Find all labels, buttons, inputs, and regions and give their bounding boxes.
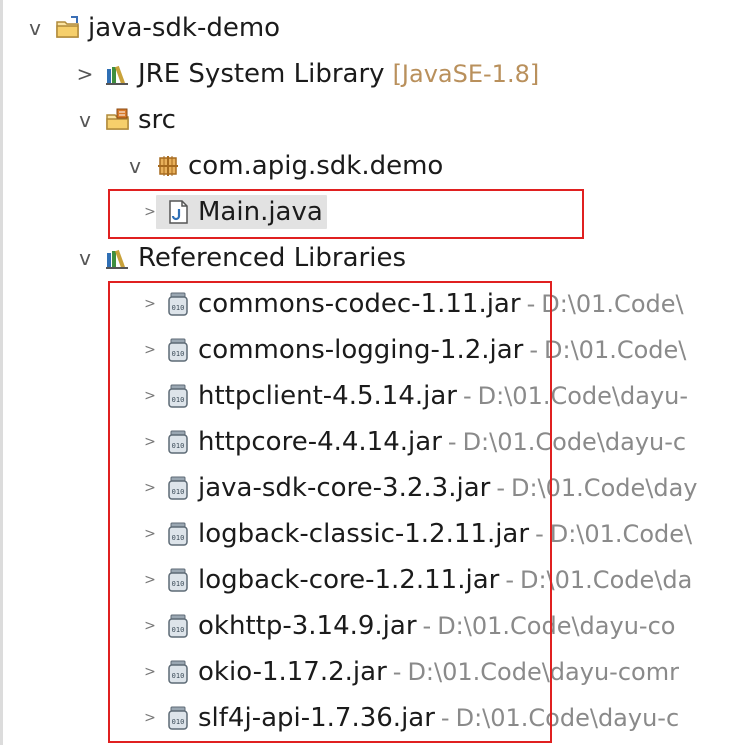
jar-item[interactable]: > 010 okio-1.17.2.jar - D:\01.Code\dayu-… [0, 649, 749, 695]
jar-path: D:\01.Code\ [544, 336, 687, 364]
jar-separator: - [535, 520, 544, 548]
jar-icon: 010 [164, 658, 192, 686]
svg-text:010: 010 [172, 350, 185, 358]
project-label: java-sdk-demo [88, 13, 281, 43]
jar-separator: - [440, 704, 450, 732]
jre-library-label: JRE System Library [138, 59, 385, 89]
jar-separator: - [529, 336, 539, 364]
collapse-chevron-icon[interactable]: > [144, 661, 156, 683]
jar-path: D:\01.Code\day [510, 474, 698, 502]
jar-item[interactable]: > 010 httpclient-4.5.14.jar - D:\01.Code… [0, 373, 749, 419]
jar-item[interactable]: > 010 commons-logging-1.2.jar - D:\01.Co… [0, 327, 749, 373]
collapse-chevron-icon[interactable]: > [144, 385, 156, 407]
jar-label: java-sdk-core-3.2.3.jar [198, 473, 491, 503]
expand-chevron-icon[interactable]: v [124, 154, 146, 178]
jar-icon: 010 [164, 382, 192, 410]
collapse-chevron-icon[interactable]: > [144, 201, 156, 223]
jar-label: commons-codec-1.11.jar [198, 289, 521, 319]
jar-icon: 010 [164, 612, 192, 640]
svg-text:010: 010 [172, 396, 185, 404]
jar-icon: 010 [164, 428, 192, 456]
jar-label: commons-logging-1.2.jar [198, 335, 524, 365]
collapse-chevron-icon[interactable]: > [144, 615, 156, 637]
jar-label: logback-core-1.2.11.jar [198, 565, 500, 595]
expand-chevron-icon[interactable]: v [74, 246, 96, 270]
jar-path: D:\01.Code\dayu-c [462, 428, 687, 456]
tree-item-referenced-libraries[interactable]: v Referenced Libraries [0, 235, 749, 281]
svg-text:010: 010 [172, 672, 185, 680]
jar-icon: 010 [164, 520, 192, 548]
jar-icon: 010 [164, 290, 192, 318]
package-explorer-tree: v java-sdk-demo > JRE System Library [Ja… [0, 0, 749, 745]
referenced-libraries-label: Referenced Libraries [138, 243, 406, 273]
tree-item-project[interactable]: v java-sdk-demo [0, 5, 749, 51]
svg-text:010: 010 [172, 442, 185, 450]
jar-separator: - [496, 474, 505, 502]
package-label: com.apig.sdk.demo [188, 151, 444, 181]
collapse-chevron-icon[interactable]: > [144, 523, 156, 545]
jar-path: D:\01.Code\dayu-co [437, 612, 676, 640]
jre-version-decoration: [JavaSE-1.8] [392, 60, 540, 88]
jar-item[interactable]: > 010 commons-codec-1.11.jar - D:\01.Cod… [0, 281, 749, 327]
collapse-chevron-icon[interactable]: > [144, 707, 156, 729]
svg-text:010: 010 [172, 488, 185, 496]
jar-icon: 010 [164, 704, 192, 732]
library-icon [104, 60, 132, 88]
jar-item[interactable]: > 010 logback-core-1.2.11.jar - D:\01.Co… [0, 557, 749, 603]
jar-icon: 010 [164, 566, 192, 594]
jar-icon: 010 [164, 336, 192, 364]
library-icon [104, 244, 132, 272]
jar-label: httpclient-4.5.14.jar [198, 381, 457, 411]
expand-chevron-icon[interactable]: v [24, 16, 46, 40]
svg-text:010: 010 [172, 626, 185, 634]
tree-item-jre-library[interactable]: > JRE System Library [JavaSE-1.8] [0, 51, 749, 97]
expand-chevron-icon[interactable]: v [74, 108, 96, 132]
main-java-selection[interactable]: Main.java [156, 195, 327, 229]
svg-text:010: 010 [172, 718, 185, 726]
package-icon [154, 152, 182, 180]
svg-text:010: 010 [172, 534, 185, 542]
jar-label: slf4j-api-1.7.36.jar [198, 703, 435, 733]
jar-path: D:\01.Code\ [549, 520, 693, 548]
svg-text:010: 010 [172, 580, 185, 588]
tree-item-main-java[interactable]: > Main.java [0, 189, 749, 235]
jar-item[interactable]: > 010 slf4j-api-1.7.36.jar - D:\01.Code\… [0, 695, 749, 741]
jar-item[interactable]: > 010 httpcore-4.4.14.jar - D:\01.Code\d… [0, 419, 749, 465]
jar-path: D:\01.Code\dayu- [477, 382, 689, 410]
jar-label: okio-1.17.2.jar [198, 657, 387, 687]
jar-separator: - [392, 658, 402, 686]
jar-path: D:\01.Code\dayu-comr [407, 658, 679, 686]
tree-item-package[interactable]: v com.apig.sdk.demo [0, 143, 749, 189]
jar-path: D:\01.Code\da [519, 566, 693, 594]
jar-separator: - [422, 612, 432, 640]
jar-separator: - [526, 290, 536, 318]
svg-text:010: 010 [172, 304, 185, 312]
jar-separator: - [505, 566, 514, 594]
collapse-chevron-icon[interactable]: > [144, 339, 156, 361]
jar-path: D:\01.Code\ [541, 290, 684, 318]
java-file-icon [164, 198, 192, 226]
jar-item[interactable]: > 010 logback-classic-1.2.11.jar - D:\01… [0, 511, 749, 557]
jar-item[interactable]: > 010 java-sdk-core-3.2.3.jar - D:\01.Co… [0, 465, 749, 511]
project-folder-icon [54, 14, 82, 42]
src-label: src [138, 105, 176, 135]
jar-separator: - [447, 428, 457, 456]
jar-label: okhttp-3.14.9.jar [198, 611, 417, 641]
main-java-label: Main.java [198, 197, 323, 227]
collapse-chevron-icon[interactable]: > [144, 569, 156, 591]
collapse-chevron-icon[interactable]: > [74, 62, 96, 86]
source-folder-icon [104, 106, 132, 134]
jar-separator: - [462, 382, 472, 410]
collapse-chevron-icon[interactable]: > [144, 293, 156, 315]
jar-icon: 010 [164, 474, 192, 502]
jar-item[interactable]: > 010 okhttp-3.14.9.jar - D:\01.Code\day… [0, 603, 749, 649]
collapse-chevron-icon[interactable]: > [144, 431, 156, 453]
jar-label: httpcore-4.4.14.jar [198, 427, 442, 457]
jar-label: logback-classic-1.2.11.jar [198, 519, 530, 549]
tree-item-src[interactable]: v src [0, 97, 749, 143]
jar-path: D:\01.Code\dayu-c [455, 704, 680, 732]
collapse-chevron-icon[interactable]: > [144, 477, 156, 499]
